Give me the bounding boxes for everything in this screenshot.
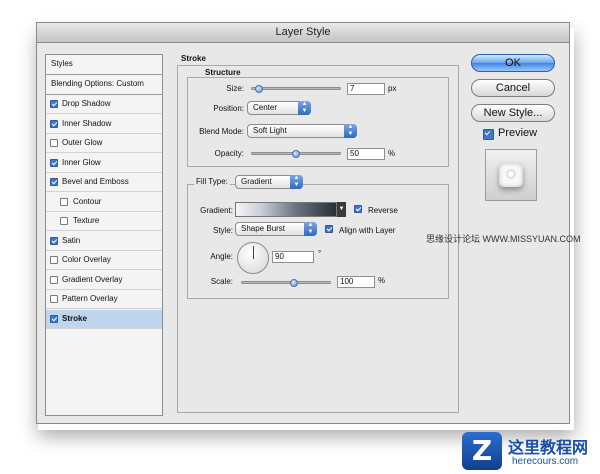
style-item[interactable]: Outer Glow: [46, 134, 162, 153]
logo-z-icon: Z: [471, 434, 493, 467]
angle-label: Angle:: [210, 252, 233, 261]
styles-header-label: Styles: [51, 59, 73, 68]
style-item-label: Bevel and Emboss: [62, 177, 129, 186]
opacity-slider-thumb[interactable]: [292, 150, 300, 158]
style-item[interactable]: Inner Shadow: [46, 115, 162, 134]
style-item[interactable]: Inner Glow: [46, 154, 162, 173]
style-item-checkbox[interactable]: [60, 217, 68, 225]
style-item-label: Inner Glow: [62, 157, 101, 167]
angle-unit: °: [318, 249, 322, 258]
preview-checkbox[interactable]: [483, 129, 494, 140]
style-item-label: Outer Glow: [62, 138, 103, 147]
style-item-label: Gradient Overlay: [62, 274, 123, 284]
site-logo: Z: [462, 432, 502, 470]
style-item-label: Pattern Overlay: [62, 294, 118, 303]
style-item-checkbox[interactable]: [50, 100, 58, 108]
align-with-layer-checkbox[interactable]: [325, 225, 333, 233]
size-unit: px: [388, 84, 397, 93]
style-item[interactable]: Texture: [46, 212, 162, 231]
style-item-checkbox[interactable]: [50, 295, 58, 303]
style-item-label: Inner Shadow: [62, 118, 112, 128]
position-select[interactable]: Center ▲ ▼: [247, 101, 311, 115]
style-item-label: Drop Shadow: [62, 99, 111, 108]
style-item[interactable]: Contour: [46, 193, 162, 212]
select-arrows-icon: ▲ ▼: [304, 222, 317, 236]
size-slider-track[interactable]: [251, 87, 341, 90]
reverse-label: Reverse: [368, 206, 398, 215]
preview-swatch: [499, 163, 523, 187]
blending-options-label: Blending Options: Custom: [51, 79, 144, 88]
gradient-label: Gradient:: [200, 206, 233, 215]
scale-input[interactable]: 100: [337, 276, 375, 288]
opacity-input[interactable]: 50: [347, 148, 385, 160]
position-label: Position:: [213, 104, 244, 113]
style-preview-thumbnail: [485, 149, 537, 201]
style-label: Style:: [212, 226, 233, 235]
style-item-checkbox[interactable]: [50, 158, 58, 167]
size-label: Size:: [226, 84, 244, 93]
blending-options[interactable]: Blending Options: Custom: [46, 75, 162, 95]
style-item-label: Contour: [73, 196, 102, 206]
new-style-button[interactable]: New Style...: [471, 104, 555, 122]
angle-needle: [253, 246, 254, 259]
style-item-checkbox[interactable]: [50, 236, 58, 245]
blend-mode-select[interactable]: Soft Light ▲ ▼: [247, 124, 357, 138]
style-item-label: Color Overlay: [62, 255, 111, 264]
site-url: herecours.com: [512, 456, 579, 467]
style-item[interactable]: Bevel and Emboss: [46, 173, 162, 192]
style-item-checkbox[interactable]: [50, 314, 58, 323]
styles-list: Styles Blending Options: Custom Drop Sha…: [45, 54, 163, 416]
select-arrows-icon: ▲ ▼: [290, 175, 303, 189]
style-item-checkbox[interactable]: [50, 139, 58, 147]
gradient-dropdown-icon[interactable]: ▼: [337, 202, 346, 217]
style-item-label: Stroke: [62, 313, 87, 323]
site-name: 这里教程网: [508, 440, 589, 457]
styles-header[interactable]: Styles: [46, 55, 162, 75]
position-select-value: Center: [253, 103, 278, 112]
gradient-style-select[interactable]: Shape Burst ▲ ▼: [235, 222, 317, 236]
style-item[interactable]: Gradient Overlay: [46, 271, 162, 290]
angle-input[interactable]: 90: [272, 251, 314, 263]
scale-unit: %: [378, 276, 386, 285]
window-title: Layer Style: [37, 23, 569, 43]
preview-highlight: [508, 171, 514, 177]
preview-label: Preview: [498, 127, 538, 139]
angle-dial[interactable]: [237, 242, 269, 274]
opacity-unit: %: [388, 149, 396, 158]
style-item[interactable]: Satin: [46, 232, 162, 251]
fill-type-select[interactable]: Gradient ▲ ▼: [235, 175, 303, 189]
align-with-layer-label: Align with Layer: [339, 226, 396, 235]
style-item[interactable]: Drop Shadow: [46, 95, 162, 114]
opacity-label: Opacity:: [214, 149, 244, 158]
stroke-section-title: Stroke: [181, 54, 206, 63]
watermark-text: 思缘设计论坛 WWW.MISSYUAN.COM: [426, 234, 581, 244]
blend-mode-label: Blend Mode:: [199, 127, 244, 136]
style-item-checkbox[interactable]: [50, 275, 58, 284]
blend-mode-select-value: Soft Light: [253, 126, 287, 135]
select-arrows-icon: ▲ ▼: [344, 124, 357, 138]
select-arrows-icon: ▲ ▼: [298, 101, 311, 115]
scale-slider-track[interactable]: [241, 281, 331, 284]
style-item-checkbox[interactable]: [50, 256, 58, 264]
style-item-label: Satin: [62, 235, 81, 245]
size-input[interactable]: 7: [347, 83, 385, 95]
reverse-checkbox[interactable]: [354, 205, 362, 213]
cancel-button[interactable]: Cancel: [471, 79, 555, 97]
layer-style-dialog: Layer Style Styles Blending Options: Cus…: [36, 22, 570, 424]
style-item-checkbox[interactable]: [50, 178, 58, 186]
gradient-style-select-value: Shape Burst: [241, 224, 286, 233]
gradient-preview[interactable]: [235, 202, 337, 217]
style-item-checkbox[interactable]: [60, 197, 68, 206]
style-item[interactable]: Pattern Overlay: [46, 290, 162, 309]
scale-label: Scale:: [210, 277, 233, 286]
style-item[interactable]: Color Overlay: [46, 251, 162, 270]
ok-button[interactable]: OK: [471, 54, 555, 72]
structure-title: Structure: [205, 68, 241, 77]
style-item-label: Texture: [73, 216, 100, 225]
fill-type-select-value: Gradient: [241, 177, 272, 186]
style-item[interactable]: Stroke: [46, 309, 162, 329]
fill-type-label: Fill Type:: [194, 177, 230, 186]
style-item-checkbox[interactable]: [50, 119, 58, 128]
